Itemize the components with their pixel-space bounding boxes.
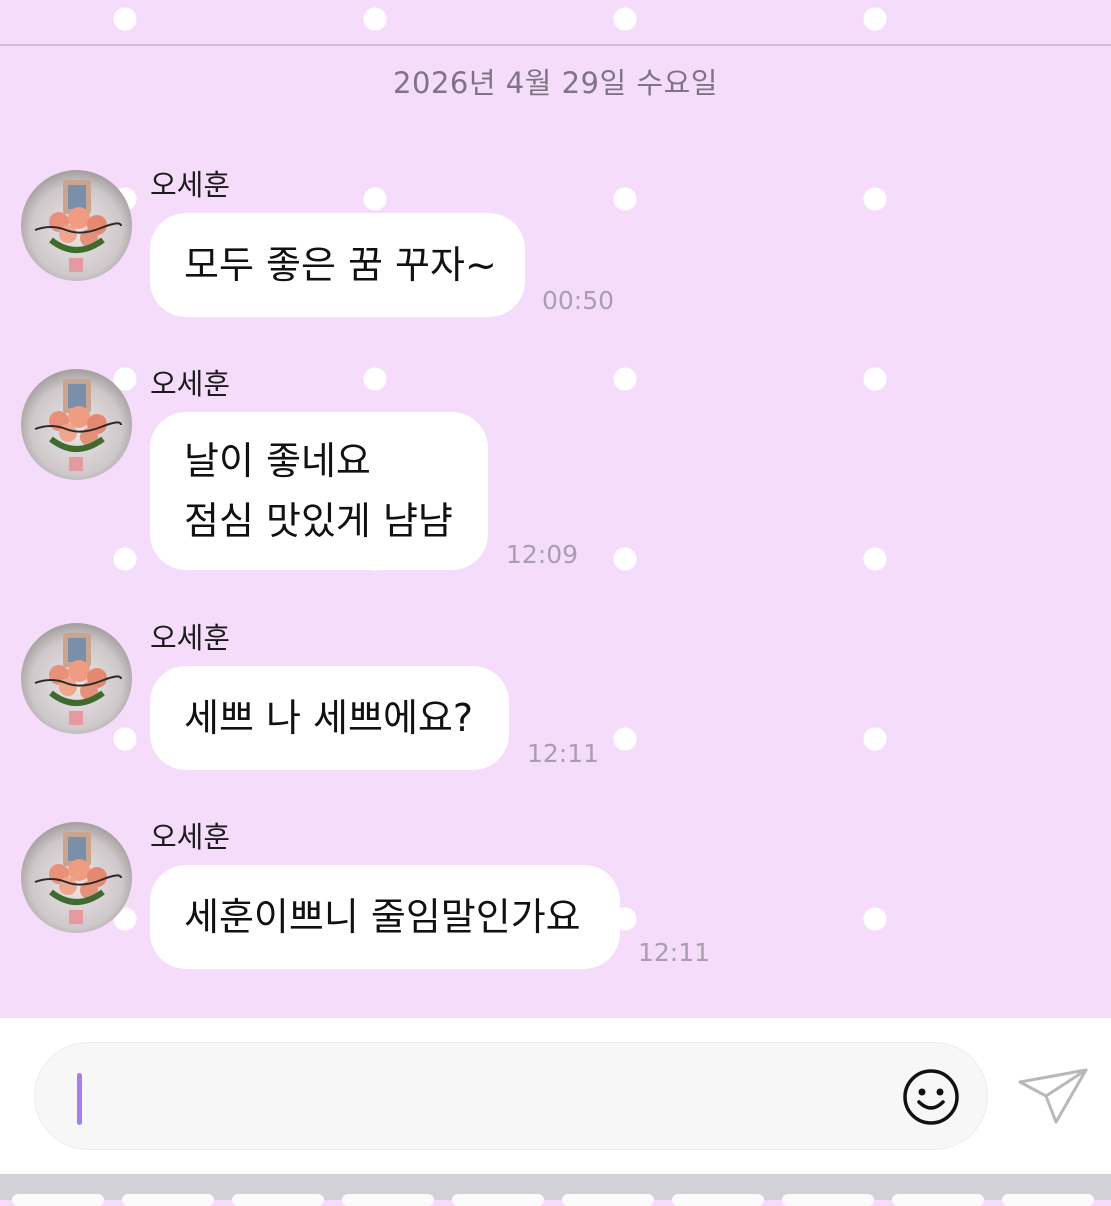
message-text: 날이 좋네요 [184,439,371,483]
keyboard-key[interactable] [452,1194,544,1206]
message-time: 12:11 [527,739,600,768]
message-bubble[interactable]: 모두 좋은 꿈 꾸자~ [150,213,525,317]
sender-name: 오세훈 [150,168,231,202]
sender-name: 오세훈 [150,820,231,854]
avatar-bouquet-image [34,832,122,924]
keyboard-key[interactable] [122,1194,214,1206]
message-text: 모두 좋은 꿈 꾸자~ [184,243,497,287]
keyboard-key[interactable] [562,1194,654,1206]
message-text: 세쁘 나 세쁘에요? [184,696,474,740]
message-time: 00:50 [542,286,615,315]
keyboard-top-strip [0,1174,1111,1206]
keyboard-key[interactable] [672,1194,764,1206]
avatar[interactable] [21,369,132,480]
date-separator: 2026년 4월 29일 수요일 [393,66,718,100]
sender-name: 오세훈 [150,367,231,401]
message-bubble[interactable]: 세훈이쁘니 줄임말인가요 [150,865,620,969]
header-divider [0,44,1111,46]
message-composer [0,1018,1111,1174]
keyboard-key[interactable] [342,1194,434,1206]
avatar-bouquet-image [34,633,122,725]
avatar-bouquet-image [34,379,122,471]
message-bubble[interactable]: 세쁘 나 세쁘에요? [150,666,509,770]
avatar[interactable] [21,822,132,933]
avatar[interactable] [21,170,132,281]
keyboard-key[interactable] [782,1194,874,1206]
sender-name: 오세훈 [150,621,231,655]
smiley-face-icon[interactable] [901,1067,961,1127]
text-caret [77,1073,82,1125]
keyboard-key[interactable] [12,1194,104,1206]
message-time: 12:09 [506,540,579,569]
paper-plane-icon[interactable] [1016,1066,1090,1126]
message-input[interactable] [34,1042,988,1150]
keyboard-key[interactable] [892,1194,984,1206]
avatar-bouquet-image [34,180,122,272]
message-text: 점심 맛있게 냠냠 [184,499,453,543]
message-bubble[interactable]: 날이 좋네요 점심 맛있게 냠냠 [150,412,488,570]
avatar[interactable] [21,623,132,734]
keyboard-key[interactable] [232,1194,324,1206]
keyboard-key[interactable] [1002,1194,1094,1206]
chat-area[interactable]: 2026년 4월 29일 수요일 오세훈 모두 좋은 꿈 꾸자~ 00:50 오… [0,0,1111,1018]
message-time: 12:11 [638,938,711,967]
message-text: 세훈이쁘니 줄임말인가요 [184,895,581,939]
